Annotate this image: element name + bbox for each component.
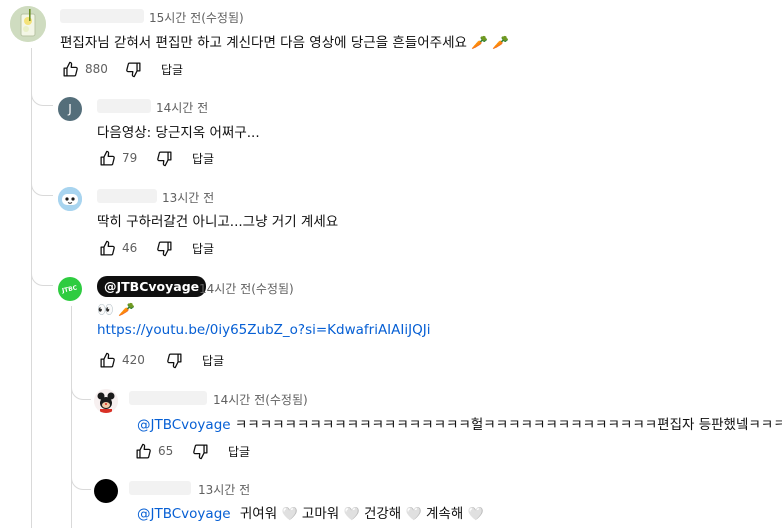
reply-connector [71,476,91,490]
mention-link[interactable]: @JTBCvoyage [137,417,231,433]
comment-text: 다음영상: 당근지옥 어쩌구... [97,125,260,141]
comment-actions: 46 답글 [97,237,214,259]
author-name-hidden[interactable] [129,481,191,495]
dislike-icon[interactable] [154,238,174,258]
comment-text-segment: 귀여워 [239,506,278,522]
thread-line [71,306,72,528]
thread-line [31,48,32,528]
comment-text: @JTBCvoyage 귀여워 🤍 고마워 🤍 건강해 🤍 계속해 🤍 [137,502,484,522]
dislike-icon[interactable] [123,59,143,79]
comment-text-body: ㅋㅋㅋㅋㅋㅋㅋㅋㅋㅋㅋㅋㅋㅋㅋㅋㅋㅋㅋ헐ㅋㅋㅋㅋㅋㅋㅋㅋㅋㅋㅋㅋㅋㅋ편집자 등판… [234,417,782,433]
avatar[interactable] [94,479,118,503]
comment-text: 딱히 구하러갈건 아니고...그냥 거기 계세요 [97,214,339,230]
like-icon[interactable] [97,148,117,168]
like-count: 79 [122,151,138,165]
comment-text: 편집자님 갇혀서 편집만 하고 계신다면 다음 영상에 당근을 흔들어주세요 🥕… [60,35,510,51]
comment-time: 15시간 전(수정됨) [149,11,244,25]
like-icon[interactable] [97,350,117,370]
comment-text: 👀 🥕 [97,302,135,318]
reply-connector [31,182,53,196]
comment-time: 14시간 전(수정됨) [199,282,294,296]
heart-icon: 🤍 [343,507,360,522]
channel-name-badge[interactable]: @JTBCvoyage [97,276,207,297]
comment-time: 14시간 전 [156,101,209,115]
like-count: 46 [122,241,138,255]
comment-actions: 65 답글 [133,440,250,462]
comment-text-segment: 계속해 [426,506,464,522]
reply-connector [31,272,53,286]
author-name-hidden[interactable] [129,391,207,405]
like-icon[interactable] [97,238,117,258]
reply-button[interactable]: 답글 [202,352,224,369]
comment-actions: 880 답글 [60,58,183,80]
avatar[interactable]: J [58,97,82,121]
comment-time: 14시간 전(수정됨) [213,393,308,407]
dislike-icon[interactable] [164,350,184,370]
reply-connector [71,386,91,400]
like-icon[interactable] [133,441,153,461]
channel-logo-text: JTBC [61,283,79,295]
comment-actions: 420 답글 [97,349,224,371]
mickey-avatar[interactable] [94,389,118,413]
lemonade-photo-avatar[interactable] [10,6,46,42]
author-name-hidden[interactable] [97,99,151,113]
reply-connector [31,92,53,106]
like-count: 880 [85,62,108,76]
heart-icon: 🤍 [405,507,422,522]
reply-button[interactable]: 답글 [228,443,250,460]
dislike-icon[interactable] [190,441,210,461]
reply-button[interactable]: 답글 [161,61,183,78]
like-count: 420 [122,353,145,367]
like-icon[interactable] [60,59,80,79]
author-name-hidden[interactable] [60,9,144,23]
dislike-icon[interactable] [154,148,174,168]
comment-actions: 79 답글 [97,147,214,169]
comment-time: 13시간 전 [198,483,251,497]
cartoon-face-avatar[interactable] [58,187,82,211]
like-count: 65 [158,444,174,458]
comment-text: @JTBCvoyage ㅋㅋㅋㅋㅋㅋㅋㅋㅋㅋㅋㅋㅋㅋㅋㅋㅋㅋㅋ헐ㅋㅋㅋㅋㅋㅋㅋㅋ… [137,413,782,433]
comment-text-segment: 건강해 [363,506,402,522]
mention-link[interactable]: @JTBCvoyage [137,506,231,522]
avatar-letter: J [68,102,72,116]
heart-icon: 🤍 [467,507,484,522]
author-name-hidden[interactable] [97,189,157,203]
comment-time: 13시간 전 [162,191,215,205]
channel-avatar[interactable]: JTBC [58,277,82,301]
reply-button[interactable]: 답글 [192,240,214,257]
heart-icon: 🤍 [281,507,298,522]
video-link[interactable]: https://youtu.be/0iy65ZubZ_o?si=KdwafriA… [97,322,430,338]
reply-button[interactable]: 답글 [192,150,214,167]
comment-text-segment: 고마워 [301,506,340,522]
